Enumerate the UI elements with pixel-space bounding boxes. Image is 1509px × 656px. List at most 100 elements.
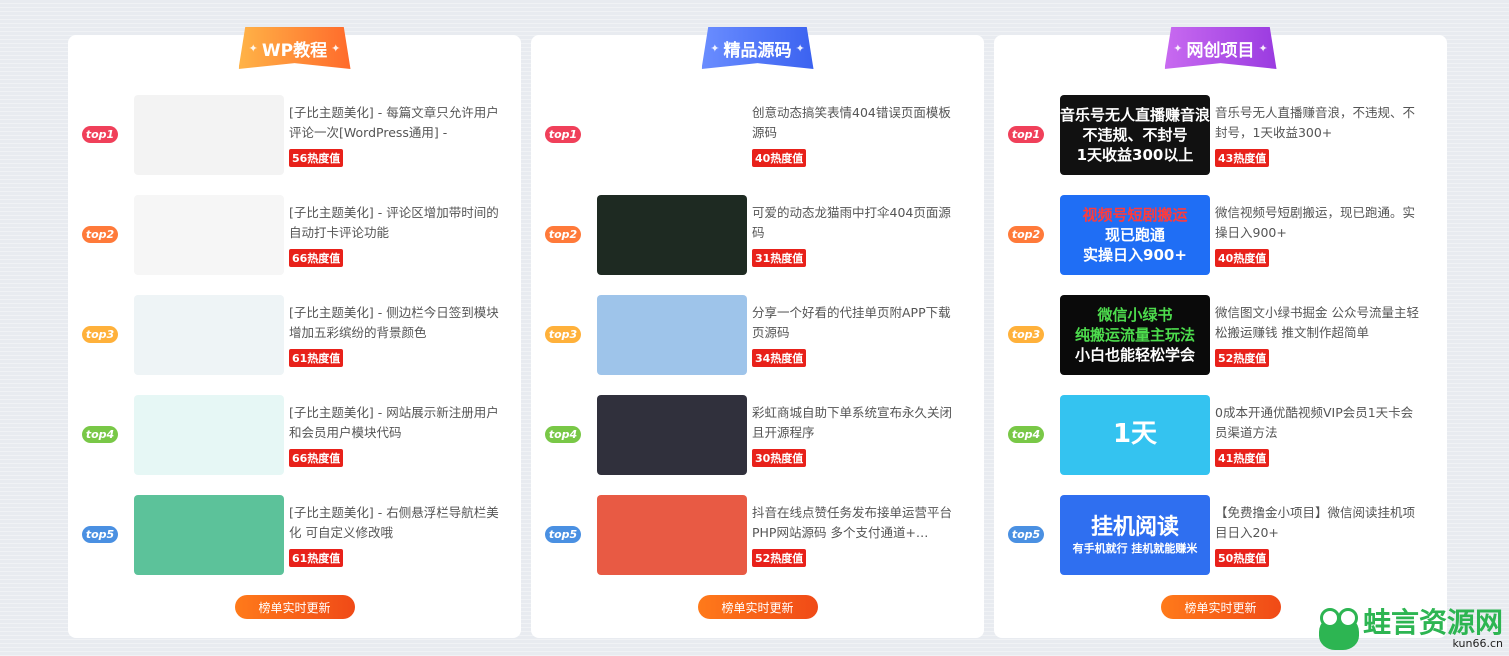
- ranking-item[interactable]: top2 视频号短剧搬运 现已跑通 实操日入900+ 微信视频号短剧搬运，现已跑通。实操…: [994, 195, 1447, 275]
- post-thumbnail[interactable]: [134, 395, 284, 475]
- post-title-link[interactable]: [子比主题美化] - 每篇文章只允许用户评论一次[WordPress通用] -: [289, 103, 499, 143]
- frog-logo-icon: [1318, 608, 1359, 650]
- rank-badge: top1: [545, 126, 581, 143]
- post-thumbnail[interactable]: [597, 295, 747, 375]
- rank-badge: top2: [82, 226, 118, 243]
- ranking-item[interactable]: top5 挂机阅读 有手机就行 挂机就能赚米 【免费撸金小项目】微信阅读挂机项目日入2…: [994, 495, 1447, 575]
- ranking-panel: ✦ 网创项目 ✦ top1 音乐号无人直播赚音浪 不违规、不封号 1天收益300以上 音乐号无…: [994, 27, 1447, 638]
- hot-suffix: 热度值: [307, 452, 341, 465]
- rank-badge: top2: [545, 226, 581, 243]
- hot-value-badge: 41热度值: [1215, 449, 1270, 467]
- hot-suffix: 热度值: [307, 152, 341, 165]
- post-thumbnail[interactable]: [597, 495, 747, 575]
- hot-value-badge: 61热度值: [289, 549, 344, 567]
- watermark-name: 蛙言资源网: [1362, 606, 1503, 639]
- rank-badge: top4: [545, 426, 581, 443]
- hot-suffix: 热度值: [770, 452, 804, 465]
- hot-value: 61: [292, 552, 308, 565]
- thumbnail-text: 微信小绿书: [1097, 305, 1173, 324]
- ranking-item[interactable]: top1 创意动态搞笑表情404错误页面模板源码 40热度值: [531, 95, 984, 175]
- hot-value: 40: [755, 152, 771, 165]
- realtime-update-button[interactable]: 榜单实时更新: [234, 595, 355, 619]
- hot-suffix: 热度值: [1233, 352, 1267, 365]
- ranking-item[interactable]: top1 音乐号无人直播赚音浪 不违规、不封号 1天收益300以上 音乐号无人直播赚音浪…: [994, 95, 1447, 175]
- post-thumbnail[interactable]: 挂机阅读 有手机就行 挂机就能赚米: [1060, 495, 1210, 575]
- thumbnail-text: 1天收益300以上: [1076, 146, 1194, 165]
- post-thumbnail[interactable]: 视频号短剧搬运 现已跑通 实操日入900+: [1060, 195, 1210, 275]
- post-thumbnail[interactable]: 1天: [1060, 395, 1210, 475]
- rank-badge: top5: [82, 526, 118, 543]
- panel-title: 精品源码: [723, 40, 792, 61]
- hot-suffix: 热度值: [770, 352, 804, 365]
- post-title-link[interactable]: 0成本开通优酷视频VIP会员1天卡会员渠道方法: [1215, 403, 1425, 443]
- thumbnail-text: 纯搬运流量主玩法: [1074, 325, 1195, 344]
- post-title-link[interactable]: 抖音在线点赞任务发布接单运营平台PHP网站源码 多个支付通道+…: [752, 503, 962, 543]
- post-title-link[interactable]: 创意动态搞笑表情404错误页面模板源码: [752, 103, 962, 143]
- post-title-link[interactable]: 分享一个好看的代挂单页附APP下载页源码: [752, 303, 962, 343]
- ranking-item[interactable]: top2 可爱的动态龙猫雨中打伞404页面源码 31热度值: [531, 195, 984, 275]
- post-title-link[interactable]: [子比主题美化] - 右侧悬浮栏导航栏美化 可自定义修改哦: [289, 503, 499, 543]
- post-title-link[interactable]: 彩虹商城自助下单系统宣布永久关闭且开源程序: [752, 403, 962, 443]
- hot-suffix: 热度值: [1233, 452, 1267, 465]
- hot-value: 31: [755, 252, 771, 265]
- rank-badge: top5: [1008, 526, 1044, 543]
- hot-suffix: 热度值: [1233, 252, 1267, 265]
- post-title-link[interactable]: 【免费撸金小项目】微信阅读挂机项目日入20+: [1215, 503, 1425, 543]
- hot-value: 41: [1218, 452, 1234, 465]
- ranking-item[interactable]: top1 [子比主题美化] - 每篇文章只允许用户评论一次[WordPress通用…: [68, 95, 521, 175]
- hot-suffix: 热度值: [307, 252, 341, 265]
- hot-value-badge: 43热度值: [1215, 149, 1270, 167]
- rank-badge: top3: [82, 326, 118, 343]
- sparkle-icon: ✦: [1258, 41, 1268, 55]
- hot-value-badge: 52热度值: [752, 549, 807, 567]
- rank-badge: top3: [1008, 326, 1044, 343]
- hot-value-badge: 30热度值: [752, 449, 807, 467]
- ranking-item[interactable]: top2 [子比主题美化] - 评论区增加带时间的自动打卡评论功能 66热度值: [68, 195, 521, 275]
- post-thumbnail[interactable]: [134, 95, 284, 175]
- hot-value-badge: 50热度值: [1215, 549, 1270, 567]
- ranking-item[interactable]: top3 分享一个好看的代挂单页附APP下载页源码 34热度值: [531, 295, 984, 375]
- post-title-link[interactable]: 可爱的动态龙猫雨中打伞404页面源码: [752, 203, 962, 243]
- ranking-item[interactable]: top3 [子比主题美化] - 侧边栏今日签到模块增加五彩缤纷的背景颜色 61热度值: [68, 295, 521, 375]
- post-thumbnail[interactable]: [597, 195, 747, 275]
- post-title-link[interactable]: [子比主题美化] - 网站展示新注册用户和会员用户模块代码: [289, 403, 499, 443]
- ranking-item[interactable]: top3 微信小绿书 纯搬运流量主玩法 小白也能轻松学会 微信图文小绿书掘金 公众号流量…: [994, 295, 1447, 375]
- post-title-link[interactable]: 微信视频号短剧搬运，现已跑通。实操日入900+: [1215, 203, 1425, 243]
- ranking-item[interactable]: top4 [子比主题美化] - 网站展示新注册用户和会员用户模块代码 66热度值: [68, 395, 521, 475]
- ranking-item[interactable]: top4 1天 0成本开通优酷视频VIP会员1天卡会员渠道方法 41热度值: [994, 395, 1447, 475]
- post-thumbnail[interactable]: [134, 495, 284, 575]
- post-thumbnail[interactable]: [597, 95, 747, 175]
- ranking-item[interactable]: top4 彩虹商城自助下单系统宣布永久关闭且开源程序 30热度值: [531, 395, 984, 475]
- hot-value: 40: [1218, 252, 1234, 265]
- hot-value: 50: [1218, 552, 1234, 565]
- ranking-item[interactable]: top5 [子比主题美化] - 右侧悬浮栏导航栏美化 可自定义修改哦 61热度值: [68, 495, 521, 575]
- thumbnail-text: 实操日入900+: [1083, 246, 1187, 265]
- realtime-update-button[interactable]: 榜单实时更新: [697, 595, 818, 619]
- hot-value: 66: [292, 252, 308, 265]
- hot-suffix: 热度值: [770, 552, 804, 565]
- hot-suffix: 热度值: [1233, 552, 1267, 565]
- post-title-link[interactable]: [子比主题美化] - 侧边栏今日签到模块增加五彩缤纷的背景颜色: [289, 303, 499, 343]
- hot-value: 61: [292, 352, 308, 365]
- post-thumbnail[interactable]: 微信小绿书 纯搬运流量主玩法 小白也能轻松学会: [1060, 295, 1210, 375]
- hot-value: 30: [755, 452, 771, 465]
- thumbnail-text: 挂机阅读: [1090, 514, 1179, 540]
- post-title-link[interactable]: [子比主题美化] - 评论区增加带时间的自动打卡评论功能: [289, 203, 499, 243]
- post-thumbnail[interactable]: [134, 195, 284, 275]
- hot-value-badge: 66热度值: [289, 449, 344, 467]
- hot-value-badge: 56热度值: [289, 149, 344, 167]
- thumbnail-text: 音乐号无人直播赚音浪: [1060, 105, 1210, 124]
- hot-value: 66: [292, 452, 308, 465]
- ranking-panel: ✦ 精品源码 ✦ top1 创意动态搞笑表情404错误页面模板源码 40热度值 top2 可爱…: [531, 27, 984, 638]
- sparkle-icon: ✦: [710, 41, 720, 55]
- post-title-link[interactable]: 微信图文小绿书掘金 公众号流量主轻松搬运赚钱 推文制作超简单: [1215, 303, 1425, 343]
- post-thumbnail[interactable]: [134, 295, 284, 375]
- hot-suffix: 热度值: [1233, 152, 1267, 165]
- post-thumbnail[interactable]: 音乐号无人直播赚音浪 不违规、不封号 1天收益300以上: [1060, 95, 1210, 175]
- realtime-update-button[interactable]: 榜单实时更新: [1160, 595, 1281, 619]
- post-thumbnail[interactable]: [597, 395, 747, 475]
- hot-value-badge: 61热度值: [289, 349, 344, 367]
- post-title-link[interactable]: 音乐号无人直播赚音浪，不违规、不封号，1天收益300+: [1215, 103, 1425, 143]
- rank-badge: top4: [82, 426, 118, 443]
- ranking-item[interactable]: top5 抖音在线点赞任务发布接单运营平台PHP网站源码 多个支付通道+… 52热度…: [531, 495, 984, 575]
